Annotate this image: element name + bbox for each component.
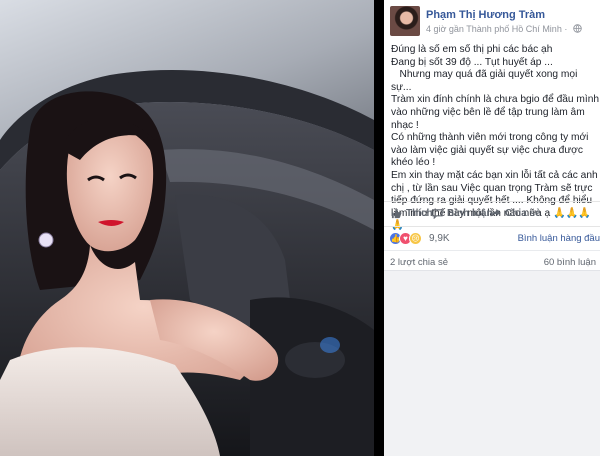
share-label: Chia sẻ: [505, 208, 541, 219]
share-button[interactable]: Chia sẻ: [490, 208, 541, 219]
comment-count[interactable]: 60 bình luận: [544, 257, 596, 268]
post-timestamp[interactable]: 4 giờ gần Thành phố Hồ Chí Minh ·: [426, 24, 567, 34]
post-panel: Phạm Thị Hương Tràm 4 giờ gần Thành phố …: [384, 0, 600, 456]
post-photo[interactable]: [0, 0, 374, 456]
reaction-count[interactable]: 9,9K: [429, 233, 450, 244]
thumbs-up-icon: [391, 208, 402, 219]
comment-sort-dropdown[interactable]: Bình luận hàng đầu: [518, 233, 600, 244]
post-meta: 4 giờ gần Thành phố Hồ Chí Minh ·: [426, 24, 582, 34]
share-count[interactable]: 2 lượt chia sẻ: [390, 257, 448, 268]
sad-reaction-icon: 😢: [409, 232, 422, 245]
like-button[interactable]: Thích: [391, 208, 433, 219]
comment-label: Bình luận: [447, 208, 493, 219]
comments-area: [384, 270, 600, 456]
action-bar: Thích Bình luận Chia sẻ: [384, 201, 600, 227]
avatar[interactable]: [390, 6, 420, 36]
post-header: Phạm Thị Hương Tràm 4 giờ gần Thành phố …: [390, 6, 600, 38]
panel-gap: [374, 0, 384, 456]
comment-button[interactable]: Bình luận: [432, 208, 493, 219]
author-name[interactable]: Phạm Thị Hương Tràm: [426, 9, 545, 21]
reaction-icons[interactable]: 👍 ♥ 😢: [389, 232, 422, 245]
globe-icon: [573, 24, 582, 33]
share-icon: [490, 208, 501, 218]
reactions-bar: 👍 ♥ 😢 9,9K Bình luận hàng đầu: [384, 227, 600, 251]
like-label: Thích: [406, 208, 433, 219]
photo-illustration: [0, 0, 374, 456]
comment-icon: [432, 209, 443, 219]
